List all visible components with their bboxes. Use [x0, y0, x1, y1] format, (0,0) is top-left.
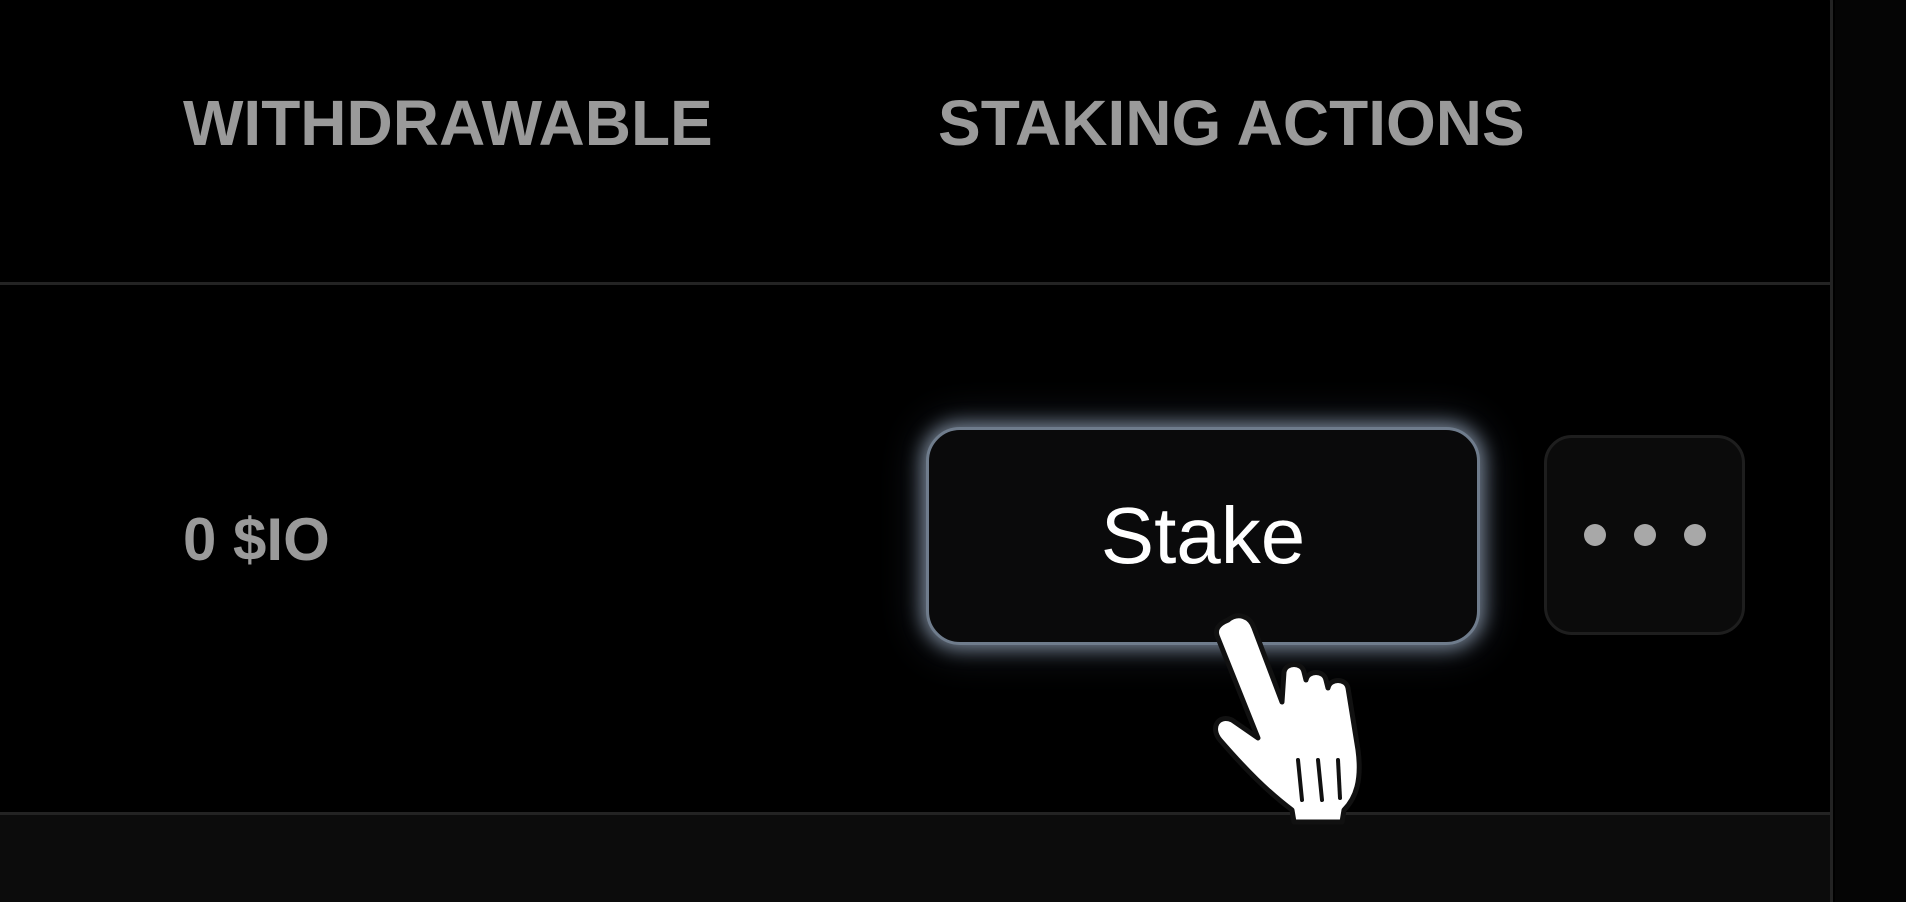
table-row: 0 $IO Stake — [0, 285, 1830, 815]
withdrawable-amount: 0 $IO — [183, 506, 330, 573]
ellipsis-icon — [1583, 524, 1706, 546]
next-row-area — [0, 815, 1830, 902]
more-actions-button[interactable] — [1544, 435, 1745, 635]
ellipsis-dot — [1583, 524, 1606, 546]
staking-table-panel: WITHDRAWABLE STAKING ACTIONS 0 $IO Stake — [0, 0, 1833, 902]
hand-pointer-icon — [1213, 613, 1362, 825]
scroll-gutter — [1835, 0, 1906, 902]
ellipsis-dot — [1633, 524, 1656, 546]
column-header-withdrawable: WITHDRAWABLE — [183, 87, 713, 159]
ellipsis-dot — [1683, 524, 1706, 546]
column-header-staking-actions: STAKING ACTIONS — [938, 87, 1525, 159]
table-header-row: WITHDRAWABLE STAKING ACTIONS — [0, 0, 1830, 285]
page: WITHDRAWABLE STAKING ACTIONS 0 $IO Stake — [0, 0, 1906, 902]
